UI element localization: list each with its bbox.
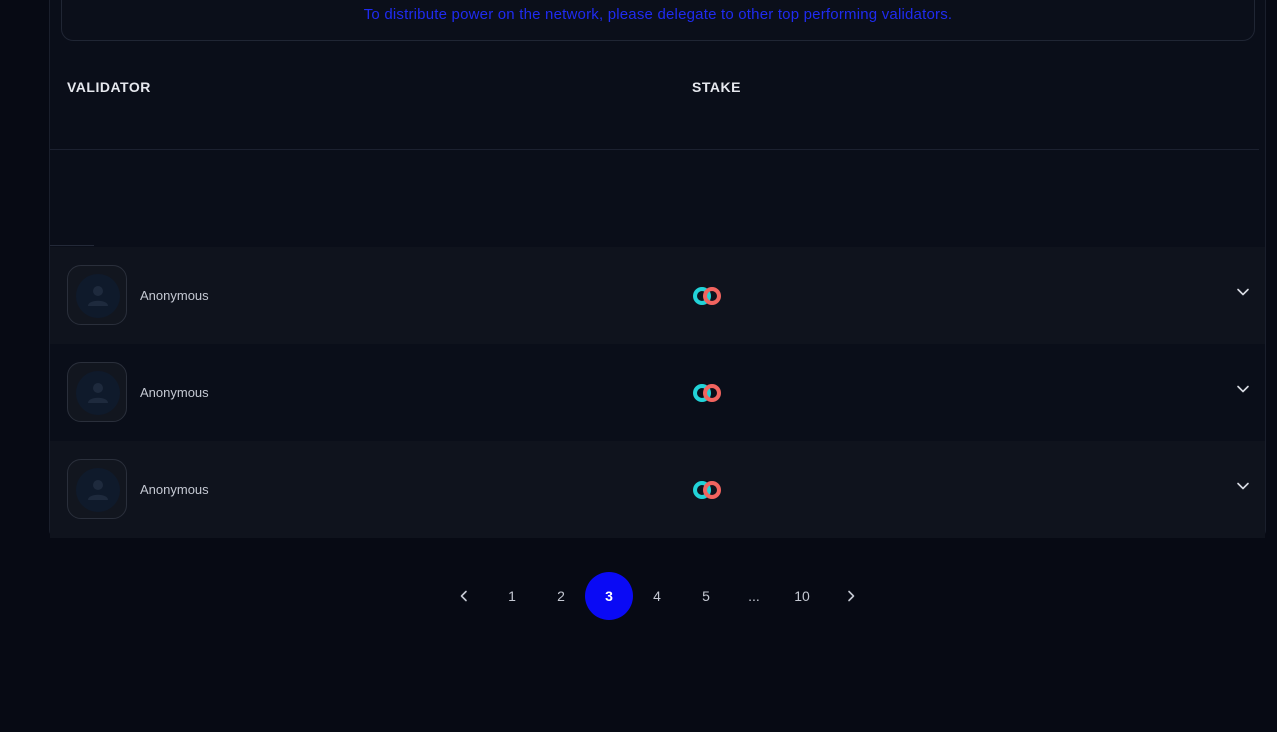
chevron-down-icon[interactable]	[1235, 478, 1251, 494]
page-ellipsis: ...	[748, 588, 760, 604]
page-button-10[interactable]: 10	[778, 572, 826, 620]
prev-page-button[interactable]	[440, 572, 488, 620]
delegation-notice: To distribute power on the network, plea…	[61, 0, 1255, 41]
user-icon	[88, 383, 108, 403]
token-logo-icon	[693, 481, 721, 499]
user-icon	[88, 286, 108, 306]
page-button-5[interactable]: 5	[682, 572, 730, 620]
validator-name: Anonymous	[140, 385, 209, 400]
chevron-left-icon	[460, 590, 467, 602]
column-header-stake[interactable]: STAKE	[692, 79, 741, 95]
validator-name: Anonymous	[140, 288, 209, 303]
chevron-right-icon	[848, 590, 855, 602]
validator-row[interactable]: Anonymous	[50, 441, 1265, 538]
page-button-1[interactable]: 1	[488, 572, 536, 620]
validator-row[interactable]: Anonymous	[50, 247, 1265, 344]
token-logo-icon	[693, 384, 721, 402]
validator-avatar	[67, 459, 127, 519]
chevron-down-icon[interactable]	[1235, 284, 1251, 300]
validator-row[interactable]: Anonymous	[50, 344, 1265, 441]
notice-text: To distribute power on the network, plea…	[363, 6, 953, 23]
validator-avatar	[67, 362, 127, 422]
page-button-3-current[interactable]: 3	[585, 572, 633, 620]
validator-name: Anonymous	[140, 482, 209, 497]
divider-tick	[50, 245, 94, 246]
page-button-4[interactable]: 4	[633, 572, 681, 620]
next-page-button[interactable]	[827, 572, 875, 620]
column-header-validator[interactable]: VALIDATOR	[67, 79, 151, 95]
header-divider	[50, 149, 1259, 150]
validator-avatar	[67, 265, 127, 325]
user-icon	[88, 480, 108, 500]
page-button-2[interactable]: 2	[537, 572, 585, 620]
chevron-down-icon[interactable]	[1235, 381, 1251, 397]
token-logo-icon	[693, 287, 721, 305]
